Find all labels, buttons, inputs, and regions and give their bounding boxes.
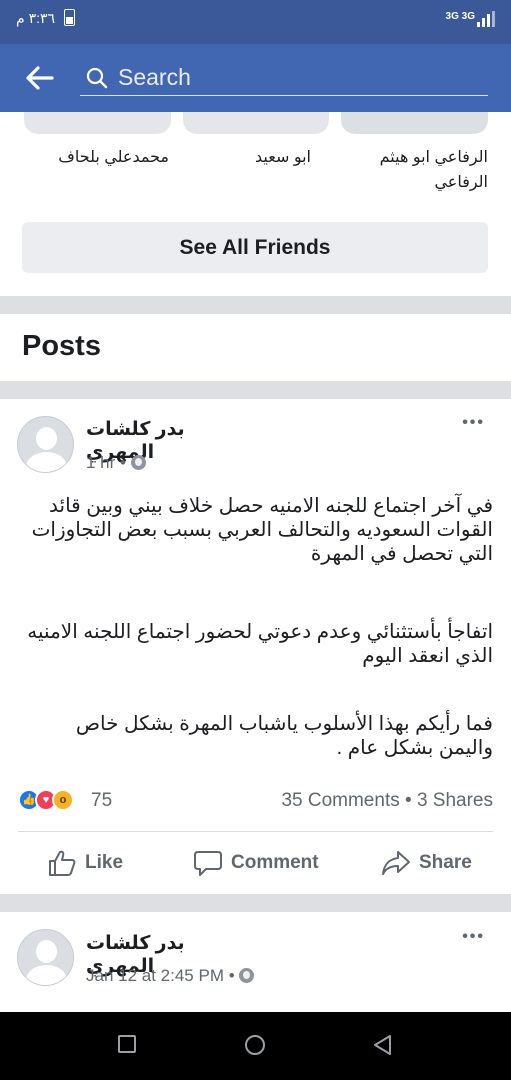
more-options-icon[interactable]: ••• [462,928,485,946]
author-avatar[interactable] [17,929,74,986]
back-icon[interactable] [371,1034,393,1056]
search-input[interactable] [118,62,478,92]
recent-apps-icon[interactable] [117,1034,137,1054]
comment-button[interactable]: Comment [193,846,323,880]
comment-label: Comment [231,852,319,873]
more-options-icon[interactable]: ••• [462,414,485,432]
battery-icon [64,9,75,26]
shares-count[interactable]: 3 Shares [417,790,493,811]
post-meta: 1 hr • [86,453,146,473]
like-button[interactable]: Like [47,846,137,880]
share-label: Share [419,852,472,873]
share-button[interactable]: Share [381,846,476,880]
share-arrow-icon [382,851,410,875]
section-divider [0,894,511,912]
signal-icon [477,11,495,27]
wow-reaction-icon: o [52,789,74,811]
post-meta: Jan 12 at 2:45 PM • [86,966,255,986]
friend-name[interactable]: الرفاعي ابو هيثم الرفاعي [341,145,488,195]
search-header [0,44,511,112]
posts-heading: Posts [22,330,101,362]
section-divider [0,296,511,314]
post-paragraph: في آخر اجتماع للجنه الامنيه حصل خلاف بين… [31,495,493,565]
public-globe-icon [130,455,146,470]
post-paragraph: فما رأيكم بهذا الأسلوب ياشباب المهرة بشك… [75,713,493,759]
divider-line [18,831,493,832]
friend-photo[interactable] [24,112,171,134]
post-paragraph: اتفاجأ بأستثنائي وعدم دعوتي لحضور اجتماع… [27,621,493,667]
status-bar: ٣:٣٦ م 3G 3G [0,0,511,44]
public-globe-icon [239,968,255,983]
like-thumb-icon [49,850,76,876]
search-field[interactable] [80,60,488,96]
clock: ٣:٣٦ م [16,10,56,26]
search-icon [86,67,108,89]
reaction-count[interactable]: 75 [91,790,112,812]
section-divider [0,381,511,399]
like-label: Like [85,852,124,873]
friend-photo[interactable] [341,112,488,134]
engagement-summary[interactable]: 35 Comments • 3 Shares [281,790,493,812]
system-navigation-bar [0,1012,511,1080]
comment-bubble-icon [194,851,222,876]
back-arrow-icon[interactable] [24,64,54,92]
post-time[interactable]: Jan 12 at 2:45 PM [86,966,224,985]
author-avatar[interactable] [17,416,74,473]
post-time[interactable]: 1 hr [86,453,115,472]
home-icon[interactable] [244,1034,266,1056]
see-all-friends-button[interactable]: See All Friends [22,222,488,273]
friend-photo[interactable] [183,112,329,134]
comments-count[interactable]: 35 Comments [281,790,399,811]
friend-name[interactable]: محمدعلي بلحاف [24,145,171,170]
friend-name[interactable]: ابو سعيد [183,145,329,170]
network-type: 3G 3G [445,11,475,22]
